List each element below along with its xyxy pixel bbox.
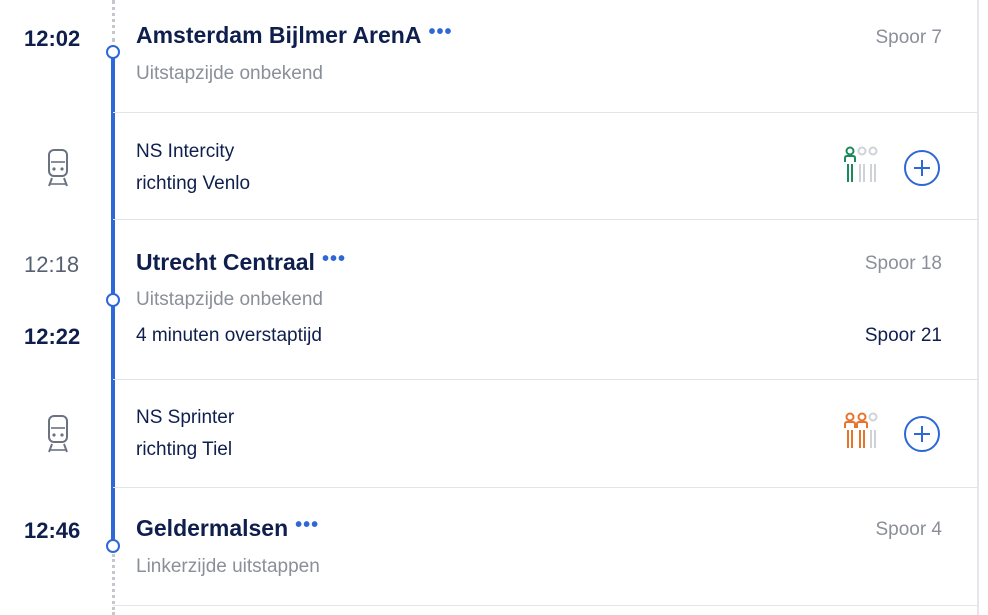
train-direction: richting Tiel: [136, 439, 233, 460]
platform-label: Spoor 7: [875, 27, 942, 48]
station-name[interactable]: Geldermalsen •••: [136, 514, 319, 542]
train-icon: [48, 149, 68, 187]
station-name-label[interactable]: Geldermalsen: [136, 515, 288, 542]
arrival-time: 12:18: [24, 252, 80, 277]
row-divider: [113, 379, 977, 380]
more-options-icon[interactable]: •••: [428, 21, 452, 44]
platform-label: Spoor 4: [875, 519, 942, 540]
more-options-icon[interactable]: •••: [295, 514, 319, 537]
station-name[interactable]: Amsterdam Bijlmer ArenA •••: [136, 21, 452, 49]
row-divider: [113, 487, 977, 488]
more-options-icon[interactable]: •••: [322, 248, 346, 271]
timeline-dotted-top: [112, 0, 115, 42]
panel-gutter: [979, 0, 988, 615]
station-name[interactable]: Utrecht Centraal •••: [136, 248, 346, 276]
train-type: NS Intercity: [136, 141, 235, 162]
exit-side-note: Uitstapzijde onbekend: [136, 289, 323, 310]
timeline-node: [106, 45, 120, 59]
station-name-label[interactable]: Amsterdam Bijlmer ArenA: [136, 22, 421, 49]
timeline-node: [106, 539, 120, 553]
departure-time: 12:22: [24, 324, 81, 349]
transfer-time: 4 minuten overstaptijd: [136, 325, 322, 346]
arrival-platform: Spoor 18: [864, 253, 942, 274]
exit-side-note: Uitstapzijde onbekend: [136, 63, 323, 84]
add-leg-button[interactable]: [904, 416, 940, 452]
station-name-label[interactable]: Utrecht Centraal: [136, 249, 315, 276]
row-divider: [113, 112, 977, 113]
train-direction: richting Venlo: [136, 173, 251, 194]
add-leg-button[interactable]: [904, 150, 940, 186]
exit-side-note: Linkerzijde uitstappen: [136, 556, 320, 577]
crowd-medium-icon: [844, 412, 878, 448]
row-divider: [113, 605, 977, 606]
departure-time: 12:02: [24, 26, 81, 51]
row-divider: [113, 219, 977, 220]
departure-platform: Spoor 21: [864, 325, 942, 346]
crowd-low-icon: [844, 146, 878, 182]
train-type: NS Sprinter: [136, 407, 235, 428]
train-icon: [48, 415, 68, 453]
timeline-node: [106, 293, 120, 307]
arrival-time: 12:46: [24, 518, 81, 543]
